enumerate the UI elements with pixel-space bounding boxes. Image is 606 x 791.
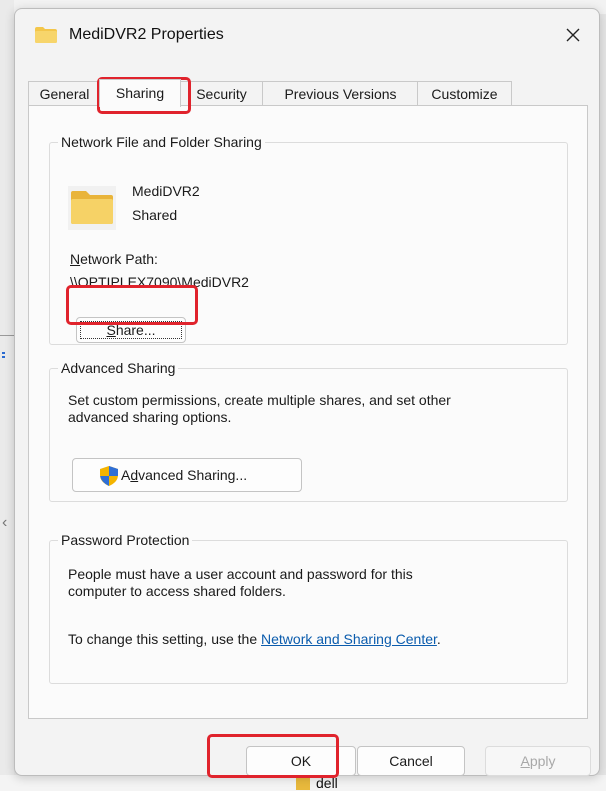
tab-previous-versions[interactable]: Previous Versions xyxy=(262,81,419,106)
cancel-button[interactable]: Cancel xyxy=(357,746,465,776)
title-bar: MediDVR2 Properties xyxy=(15,9,599,57)
tab-general[interactable]: General xyxy=(28,81,101,106)
focus-rectangle xyxy=(80,321,182,339)
network-path-label: Network Path: xyxy=(70,251,158,267)
close-button[interactable] xyxy=(555,19,591,51)
group-title: Network File and Folder Sharing xyxy=(58,134,265,150)
shield-icon xyxy=(100,466,118,486)
folder-name: MediDVR2 xyxy=(132,183,200,199)
network-sharing-center-link[interactable]: Network and Sharing Center xyxy=(261,631,437,647)
tab-sharing[interactable]: Sharing xyxy=(99,79,181,107)
description-line: Set custom permissions, create multiple … xyxy=(68,392,451,408)
apply-button[interactable]: Apply xyxy=(485,746,591,776)
share-button[interactable]: Share... xyxy=(76,317,186,343)
background-folder-icon xyxy=(296,778,310,790)
background-marker xyxy=(2,352,8,360)
ok-button[interactable]: OK xyxy=(246,746,356,776)
folder-icon xyxy=(35,27,57,43)
close-icon xyxy=(566,28,580,42)
password-protection-group: Password Protection People must have a u… xyxy=(49,532,568,684)
period: . xyxy=(436,631,441,647)
description-line: People must have a user account and pass… xyxy=(68,566,413,582)
tab-customize[interactable]: Customize xyxy=(417,81,512,106)
properties-dialog: MediDVR2 Properties General Sharing Secu… xyxy=(14,8,600,778)
background-explorer-edge xyxy=(0,0,14,791)
description-line: advanced sharing options. xyxy=(68,409,232,425)
advanced-sharing-label: Advanced Sharing... xyxy=(121,467,248,483)
share-status: Shared xyxy=(132,207,178,223)
change-setting-text: To change this setting, use the Network … xyxy=(68,631,441,648)
password-protection-description: People must have a user account and pass… xyxy=(68,566,413,600)
sharing-tab-panel: Network File and Folder Sharing MediDVR2… xyxy=(28,105,588,719)
network-sharing-group: Network File and Folder Sharing MediDVR2… xyxy=(49,134,568,345)
window-title: MediDVR2 Properties xyxy=(69,26,224,43)
group-title: Advanced Sharing xyxy=(58,360,179,376)
folder-icon xyxy=(68,186,116,230)
tab-security[interactable]: Security xyxy=(179,81,264,106)
change-setting-prefix: To change this setting, use the xyxy=(68,631,262,647)
back-arrow-icon: ‹ xyxy=(2,514,8,531)
group-title: Password Protection xyxy=(58,532,193,548)
advanced-sharing-button[interactable]: Advanced Sharing... xyxy=(72,458,302,492)
description-line: computer to access shared folders. xyxy=(68,583,286,599)
background-divider xyxy=(0,335,14,336)
advanced-sharing-group: Advanced Sharing Set custom permissions,… xyxy=(49,360,568,502)
background-folder-label[interactable]: dell xyxy=(316,775,338,791)
network-path-value: \\OPTIPLEX7090\MediDVR2 xyxy=(70,274,249,290)
advanced-sharing-description: Set custom permissions, create multiple … xyxy=(68,392,451,426)
